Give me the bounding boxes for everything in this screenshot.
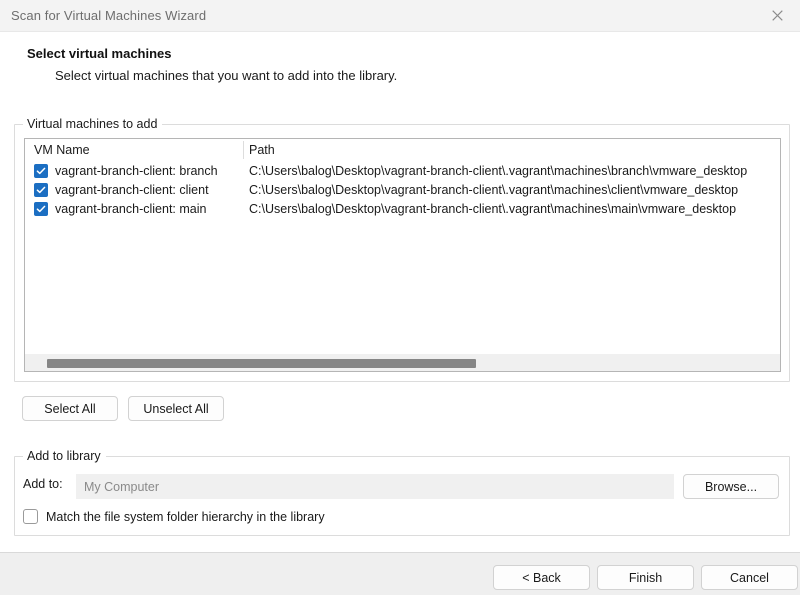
vm-list-header: VM Name Path bbox=[25, 139, 780, 161]
vm-name-cell: vagrant-branch-client: branch bbox=[25, 163, 243, 178]
row-checkbox[interactable] bbox=[34, 163, 48, 178]
wizard-header: Select virtual machines Select virtual m… bbox=[0, 32, 800, 83]
unselect-all-button[interactable]: Unselect All bbox=[128, 396, 224, 421]
table-row[interactable]: vagrant-branch-client: client C:\Users\b… bbox=[25, 180, 780, 199]
back-button[interactable]: < Back bbox=[493, 565, 590, 590]
virtual-machines-group-legend: Virtual machines to add bbox=[23, 117, 163, 131]
vm-list[interactable]: VM Name Path vagrant-branch-client: bran… bbox=[24, 138, 781, 372]
column-separator bbox=[243, 141, 244, 159]
table-row[interactable]: vagrant-branch-client: branch C:\Users\b… bbox=[25, 161, 780, 180]
vm-name-label: vagrant-branch-client: client bbox=[55, 182, 209, 197]
add-to-input[interactable]: My Computer bbox=[76, 474, 674, 499]
page-title: Select virtual machines bbox=[27, 46, 172, 61]
add-to-library-group-legend: Add to library bbox=[23, 449, 106, 463]
vm-path-cell: C:\Users\balog\Desktop\vagrant-branch-cl… bbox=[249, 182, 739, 197]
vm-name-cell: vagrant-branch-client: main bbox=[25, 201, 243, 216]
horizontal-scrollbar-thumb[interactable] bbox=[47, 359, 476, 368]
close-icon bbox=[771, 10, 783, 21]
close-button[interactable] bbox=[754, 0, 800, 31]
page-subtitle: Select virtual machines that you want to… bbox=[55, 68, 398, 83]
select-all-button[interactable]: Select All bbox=[22, 396, 118, 421]
row-checkbox[interactable] bbox=[34, 201, 48, 216]
finish-button[interactable]: Finish bbox=[597, 565, 694, 590]
add-to-label: Add to: bbox=[23, 477, 63, 491]
window-title: Scan for Virtual Machines Wizard bbox=[11, 8, 207, 23]
vm-name-label: vagrant-branch-client: main bbox=[55, 201, 207, 216]
horizontal-scrollbar[interactable] bbox=[25, 354, 780, 371]
vm-name-cell: vagrant-branch-client: client bbox=[25, 182, 243, 197]
browse-button[interactable]: Browse... bbox=[683, 474, 779, 499]
column-header-path[interactable]: Path bbox=[243, 143, 275, 157]
vm-path-cell: C:\Users\balog\Desktop\vagrant-branch-cl… bbox=[249, 163, 748, 178]
vm-path-cell: C:\Users\balog\Desktop\vagrant-branch-cl… bbox=[249, 201, 737, 216]
virtual-machines-group: Virtual machines to add VM Name Path vag… bbox=[14, 117, 790, 382]
vm-name-label: vagrant-branch-client: branch bbox=[55, 163, 218, 178]
row-checkbox[interactable] bbox=[34, 182, 48, 197]
match-hierarchy-checkbox[interactable] bbox=[23, 509, 38, 524]
match-hierarchy-label: Match the file system folder hierarchy i… bbox=[46, 509, 325, 524]
cancel-button[interactable]: Cancel bbox=[701, 565, 798, 590]
match-hierarchy-row[interactable]: Match the file system folder hierarchy i… bbox=[23, 509, 325, 524]
column-header-vm-name[interactable]: VM Name bbox=[25, 143, 243, 157]
table-row[interactable]: vagrant-branch-client: main C:\Users\bal… bbox=[25, 199, 780, 218]
title-bar: Scan for Virtual Machines Wizard bbox=[0, 0, 800, 32]
vm-list-rows: vagrant-branch-client: branch C:\Users\b… bbox=[25, 161, 780, 218]
